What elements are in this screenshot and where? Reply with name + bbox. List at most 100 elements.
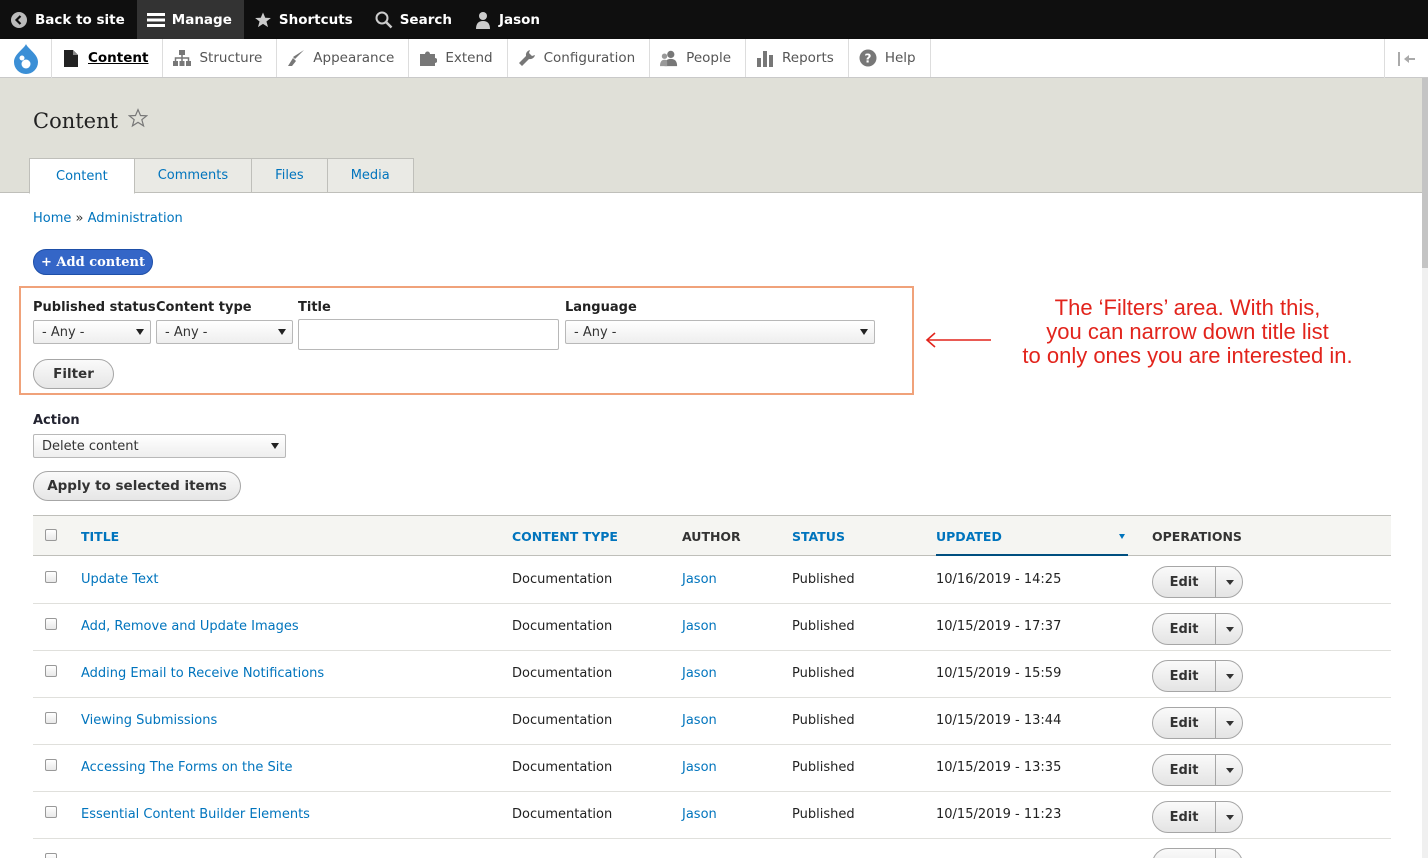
operations-dropdown-toggle[interactable] bbox=[1217, 567, 1243, 597]
table-row-partial bbox=[33, 839, 1391, 858]
row-operations: Edit bbox=[1152, 613, 1243, 645]
help-icon: ? bbox=[859, 49, 877, 67]
action-select[interactable]: Delete content bbox=[33, 434, 286, 458]
tray-item-configuration[interactable]: Configuration bbox=[508, 39, 651, 77]
row-checkbox[interactable] bbox=[45, 853, 57, 858]
row-author-link[interactable]: Jason bbox=[682, 713, 717, 728]
published-status-select[interactable]: - Any - bbox=[33, 320, 151, 344]
back-to-site-link[interactable]: Back to site bbox=[0, 0, 137, 39]
filter-button[interactable]: Filter bbox=[33, 359, 114, 389]
tray-item-help[interactable]: ? Help bbox=[849, 39, 931, 77]
tab-files[interactable]: Files bbox=[252, 158, 328, 193]
edit-button[interactable] bbox=[1153, 849, 1216, 858]
page-scrollbar[interactable] bbox=[1422, 78, 1428, 858]
star-icon bbox=[254, 11, 272, 29]
tray-item-people[interactable]: People bbox=[650, 39, 747, 77]
breadcrumb-home[interactable]: Home bbox=[33, 211, 71, 226]
table-row: Essential Content Builder Elements Docum… bbox=[33, 792, 1391, 839]
row-title-link[interactable]: Accessing The Forms on the Site bbox=[81, 760, 292, 775]
tab-media[interactable]: Media bbox=[327, 158, 414, 193]
tab-comments[interactable]: Comments bbox=[134, 158, 253, 193]
content-type-value: - Any - bbox=[165, 324, 208, 340]
scrollbar-thumb[interactable] bbox=[1422, 78, 1428, 268]
row-title-link[interactable]: Essential Content Builder Elements bbox=[81, 807, 310, 822]
tray-item-label: Structure bbox=[199, 50, 263, 66]
row-status: Published bbox=[792, 666, 855, 681]
shortcuts-label: Shortcuts bbox=[278, 11, 353, 28]
row-checkbox[interactable] bbox=[45, 759, 57, 771]
operations-dropdown-toggle[interactable] bbox=[1217, 614, 1243, 644]
tray-item-extend[interactable]: Extend bbox=[409, 39, 508, 77]
row-title-link[interactable]: Add, Remove and Update Images bbox=[81, 619, 299, 634]
row-checkbox[interactable] bbox=[45, 618, 57, 630]
row-title-link[interactable]: Update Text bbox=[81, 572, 159, 587]
row-checkbox[interactable] bbox=[45, 712, 57, 724]
sort-desc-icon bbox=[1119, 534, 1125, 539]
add-content-button[interactable]: + Add content bbox=[33, 249, 153, 275]
tab-content[interactable]: Content bbox=[29, 158, 135, 194]
tray-item-content[interactable]: Content bbox=[52, 39, 164, 77]
row-checkbox[interactable] bbox=[45, 571, 57, 583]
operations-dropdown-toggle[interactable] bbox=[1217, 802, 1243, 832]
row-title-link[interactable]: Viewing Submissions bbox=[81, 713, 217, 728]
row-author-link[interactable]: Jason bbox=[682, 572, 717, 587]
row-status: Published bbox=[792, 807, 855, 822]
row-checkbox[interactable] bbox=[45, 665, 57, 677]
edit-button[interactable]: Edit bbox=[1153, 755, 1216, 785]
tray-orientation-toggle[interactable] bbox=[1384, 39, 1428, 78]
operations-dropdown-toggle[interactable] bbox=[1217, 661, 1243, 691]
column-header-title[interactable]: TITLE bbox=[81, 529, 119, 544]
row-content-type: Documentation bbox=[512, 666, 613, 681]
chevron-down-icon bbox=[271, 443, 279, 449]
operations-dropdown-toggle[interactable] bbox=[1217, 755, 1243, 785]
title-filter-input[interactable] bbox=[298, 319, 559, 350]
row-author-link[interactable]: Jason bbox=[682, 807, 717, 822]
column-header-status[interactable]: STATUS bbox=[792, 529, 845, 544]
edit-button[interactable]: Edit bbox=[1153, 802, 1216, 832]
row-checkbox[interactable] bbox=[45, 806, 57, 818]
column-header-content-type[interactable]: CONTENT TYPE bbox=[512, 529, 618, 544]
column-header-updated[interactable]: UPDATED bbox=[936, 529, 1002, 544]
drupal-logo-icon[interactable] bbox=[0, 39, 52, 78]
row-updated: 10/15/2019 - 17:37 bbox=[936, 619, 1062, 634]
language-select[interactable]: - Any - bbox=[565, 320, 875, 344]
user-tab[interactable]: Jason bbox=[464, 0, 552, 39]
edit-button[interactable]: Edit bbox=[1153, 567, 1216, 597]
row-status: Published bbox=[792, 572, 855, 587]
row-title-link[interactable]: Adding Email to Receive Notifications bbox=[81, 666, 324, 681]
tray-item-appearance[interactable]: Appearance bbox=[277, 39, 410, 77]
back-to-site-label: Back to site bbox=[35, 11, 125, 28]
edit-button[interactable]: Edit bbox=[1153, 614, 1216, 644]
content-type-select[interactable]: - Any - bbox=[156, 320, 293, 344]
user-label: Jason bbox=[498, 11, 541, 28]
row-author-link[interactable]: Jason bbox=[682, 619, 717, 634]
tray-item-reports[interactable]: Reports bbox=[746, 39, 849, 77]
content-type-label: Content type bbox=[156, 300, 252, 315]
row-updated: 10/15/2019 - 15:59 bbox=[936, 666, 1062, 681]
row-updated: 10/16/2019 - 14:25 bbox=[936, 572, 1062, 587]
puzzle-icon bbox=[419, 49, 438, 67]
operations-dropdown-toggle[interactable] bbox=[1217, 708, 1243, 738]
breadcrumb-administration[interactable]: Administration bbox=[88, 211, 183, 226]
shortcuts-tab[interactable]: Shortcuts bbox=[244, 0, 365, 39]
select-all-checkbox[interactable] bbox=[45, 529, 57, 541]
tray-item-label: Configuration bbox=[543, 50, 636, 66]
edit-button[interactable]: Edit bbox=[1153, 661, 1216, 691]
row-content-type: Documentation bbox=[512, 760, 613, 775]
sitemap-icon bbox=[173, 49, 192, 67]
row-author-link[interactable]: Jason bbox=[682, 666, 717, 681]
hamburger-icon bbox=[146, 11, 165, 29]
operations-dropdown-toggle[interactable] bbox=[1217, 849, 1243, 858]
admin-toolbar: Back to site Manage Shortcuts Search Jas… bbox=[0, 0, 1428, 39]
tray-item-structure[interactable]: Structure bbox=[163, 39, 278, 77]
row-author-link[interactable]: Jason bbox=[682, 760, 717, 775]
edit-button[interactable]: Edit bbox=[1153, 708, 1216, 738]
column-header-operations: OPERATIONS bbox=[1152, 529, 1242, 544]
shortcut-star-icon[interactable] bbox=[127, 108, 149, 133]
search-tab[interactable]: Search bbox=[365, 0, 464, 39]
apply-to-selected-button[interactable]: Apply to selected items bbox=[33, 471, 241, 501]
annotation-line-3: to only ones you are interested in. bbox=[1022, 343, 1353, 368]
manage-tab[interactable]: Manage bbox=[136, 0, 244, 39]
wrench-icon bbox=[518, 49, 536, 67]
bar-chart-icon bbox=[756, 49, 774, 67]
